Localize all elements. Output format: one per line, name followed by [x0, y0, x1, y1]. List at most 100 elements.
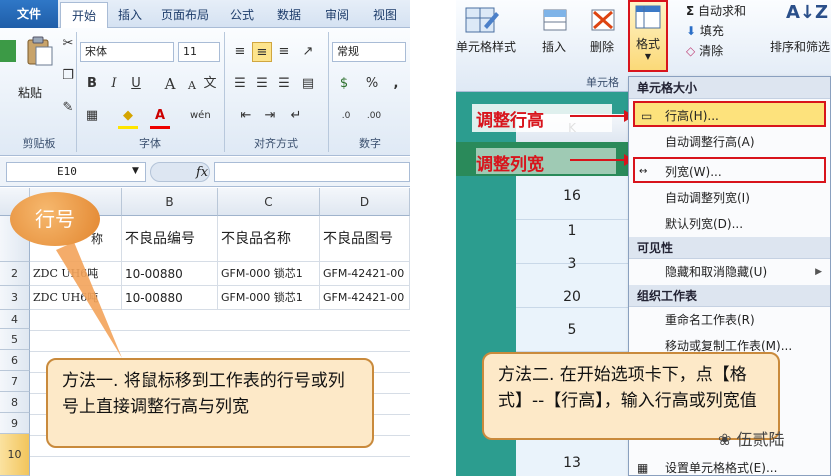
cell-k-value-3[interactable]: 3: [516, 256, 628, 272]
row-height-annotation: 调整行高: [476, 111, 544, 131]
tab-data[interactable]: 数据: [266, 2, 312, 28]
insert-cells-label[interactable]: 插入: [542, 38, 566, 55]
tab-page-layout[interactable]: 页面布局: [152, 2, 218, 28]
menu-item-auto-col-width[interactable]: 自动调整列宽(I): [629, 185, 830, 211]
format-painter-icon[interactable]: ✎: [58, 98, 78, 118]
wen-icon[interactable]: wén: [190, 106, 211, 126]
delete-cells-icon[interactable]: [586, 4, 620, 34]
align-middle-icon[interactable]: ≡: [252, 42, 272, 62]
cell-d2[interactable]: GFM-42421-00: [320, 262, 410, 286]
underline-button[interactable]: U: [126, 74, 146, 94]
cell-style-icon[interactable]: [462, 4, 502, 36]
comma-button[interactable]: ,: [386, 74, 406, 94]
row-header-10[interactable]: 10: [0, 434, 30, 476]
tab-file[interactable]: 文件: [0, 0, 58, 28]
tab-view[interactable]: 视图: [362, 2, 408, 28]
menu-item-default-width[interactable]: 默认列宽(D)...: [629, 211, 830, 237]
annotation-arrows: [570, 110, 634, 166]
italic-button[interactable]: I: [104, 74, 124, 94]
cut-icon[interactable]: ✂: [58, 34, 78, 54]
hide-unhide-label: 隐藏和取消隐藏(U): [665, 265, 768, 279]
cell-c1[interactable]: 不良品名称: [218, 216, 320, 262]
format-button[interactable]: 格式 ▼: [628, 0, 668, 72]
autosum-button[interactable]: Σ 自动求和: [686, 2, 746, 19]
cell-b2[interactable]: 10-00880: [122, 262, 218, 286]
cell-k-value-1[interactable]: 16: [516, 188, 628, 204]
cell-style-label[interactable]: 单元格样式: [456, 38, 520, 55]
home-ribbon: 粘贴 ✂ ❐ ✎ 剪贴板 宋体 11 B I U A A 文 ▦ ◆ A wén…: [0, 28, 410, 156]
phonetic-icon[interactable]: 文: [200, 74, 220, 94]
decrease-decimal-icon[interactable]: .00: [364, 106, 384, 126]
column-header-d[interactable]: D: [320, 188, 410, 216]
orientation-icon[interactable]: ↗: [298, 42, 318, 62]
clipboard-group-label: 剪贴板: [22, 137, 56, 150]
tab-home[interactable]: 开始: [60, 2, 108, 28]
cell-c3[interactable]: GFM-000 锁芯1: [218, 286, 320, 310]
fill-color-icon[interactable]: ◆: [118, 106, 138, 126]
grow-font-button[interactable]: A: [160, 74, 180, 94]
sort-az-icon[interactable]: A↓Z: [786, 2, 828, 23]
merge-cells-icon[interactable]: ▤: [298, 74, 318, 94]
currency-icon[interactable]: $: [334, 74, 354, 94]
row-header-9[interactable]: 9: [0, 413, 30, 434]
col-width-icon: ↔: [639, 166, 648, 177]
cell-d1[interactable]: 不良品图号: [320, 216, 410, 262]
align-center-icon[interactable]: ☰: [252, 74, 272, 94]
menu-item-format-cells[interactable]: ▦ 设置单元格格式(E)...: [629, 455, 830, 476]
cell-k-value-2[interactable]: 1: [516, 223, 628, 239]
paste-label: 粘贴: [17, 86, 42, 100]
wrap-text-icon[interactable]: ↵: [286, 106, 306, 126]
font-color-icon[interactable]: A: [150, 106, 170, 126]
ribbon-tab-bar: 文件 开始 插入 页面布局 公式 数据 审阅 视图: [0, 0, 410, 28]
shrink-font-button[interactable]: A: [182, 76, 202, 96]
cell-c2[interactable]: GFM-000 锁芯1: [218, 262, 320, 286]
menu-item-col-width[interactable]: ↔ 列宽(W)...: [633, 157, 826, 183]
column-header-b[interactable]: B: [122, 188, 218, 216]
cell-b1[interactable]: 不良品编号: [122, 216, 218, 262]
watermark-label: 伍贰陆: [736, 430, 785, 449]
menu-item-row-height[interactable]: ▭ 行高(H)...: [633, 101, 826, 127]
decrease-indent-icon[interactable]: ⇤: [236, 106, 256, 126]
border-icon[interactable]: ▦: [82, 106, 102, 126]
fill-button[interactable]: ⬇ 填充: [686, 22, 724, 39]
menu-item-auto-row-height[interactable]: 自动调整行高(A): [629, 129, 830, 155]
font-size-combo[interactable]: 11: [178, 42, 220, 62]
cell-b3[interactable]: 10-00880: [122, 286, 218, 310]
sort-filter-label[interactable]: 排序和筛选: [770, 38, 830, 55]
bold-button[interactable]: B: [82, 74, 102, 94]
insert-cells-icon[interactable]: [538, 4, 572, 34]
watermark: ❀ 伍贰陆: [718, 426, 785, 450]
insert-function-button[interactable]: fx: [196, 165, 208, 180]
align-left-icon[interactable]: ☰: [230, 74, 250, 94]
menu-item-rename[interactable]: 重命名工作表(R): [629, 307, 830, 333]
excel-left-panel: 文件 开始 插入 页面布局 公式 数据 审阅 视图 粘贴 ✂ ❐ ✎ 剪贴板 宋…: [0, 0, 410, 476]
menu-item-hide-unhide[interactable]: 隐藏和取消隐藏(U) ▶: [629, 259, 830, 285]
tab-formulas[interactable]: 公式: [220, 2, 264, 28]
format-icon: [635, 5, 661, 29]
align-top-icon[interactable]: ≡: [230, 42, 250, 62]
increase-indent-icon[interactable]: ⇥: [260, 106, 280, 126]
row-header-8[interactable]: 8: [0, 392, 30, 413]
align-bottom-icon[interactable]: ≡: [274, 42, 294, 62]
align-right-icon[interactable]: ☰: [274, 74, 294, 94]
copy-icon[interactable]: ❐: [58, 66, 78, 86]
cell-k-value-5[interactable]: 5: [516, 322, 628, 338]
paste-button[interactable]: [22, 34, 58, 74]
number-format-combo[interactable]: 常规: [332, 42, 406, 62]
cell-d3[interactable]: GFM-42421-00: [320, 286, 410, 310]
cell-k-value-4[interactable]: 20: [516, 289, 628, 305]
menu-section-organize: 组织工作表: [629, 285, 830, 307]
tab-review[interactable]: 审阅: [314, 2, 360, 28]
percent-button[interactable]: %: [362, 74, 382, 94]
name-box[interactable]: E10: [6, 162, 146, 182]
formula-input[interactable]: [214, 162, 410, 182]
tab-insert[interactable]: 插入: [110, 2, 150, 28]
row-header-7[interactable]: 7: [0, 371, 30, 392]
name-box-dropdown-icon[interactable]: ▼: [132, 166, 139, 176]
column-header-c[interactable]: C: [218, 188, 320, 216]
clear-button[interactable]: ◇ 清除: [686, 42, 723, 59]
delete-cells-label[interactable]: 删除: [590, 38, 614, 55]
increase-decimal-icon[interactable]: .0: [336, 106, 356, 126]
font-name-combo[interactable]: 宋体: [80, 42, 174, 62]
cell-k-value-6[interactable]: 13: [516, 455, 628, 471]
